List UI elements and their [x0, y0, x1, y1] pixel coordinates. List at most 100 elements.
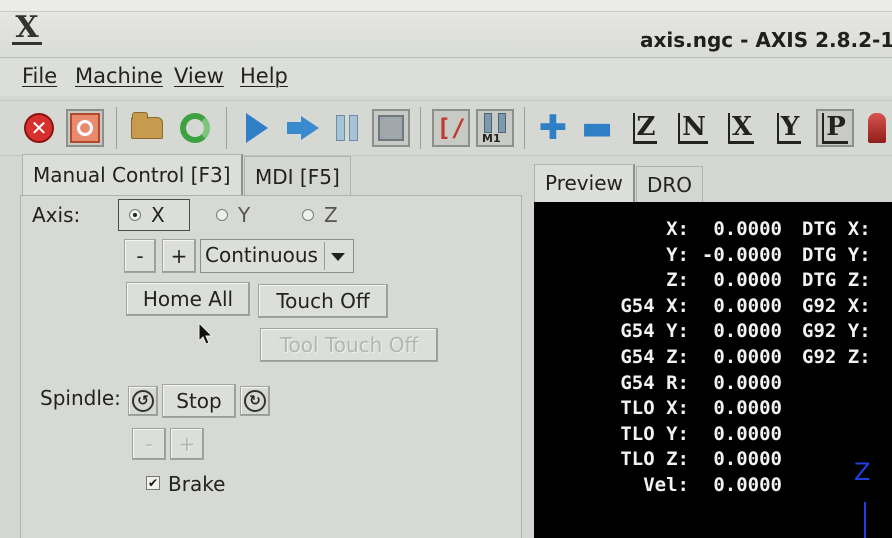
dro-right-label: G92 Y:: [802, 320, 871, 343]
zoom-in-button[interactable]: ✚: [534, 109, 572, 147]
dro-value: 0.0000: [713, 218, 782, 240]
block-delete-icon: [/: [436, 114, 466, 142]
axis-y-radio[interactable]: Y: [206, 199, 260, 231]
jog-increment-select[interactable]: Continuous: [200, 239, 354, 273]
preview-z-axis-line: [864, 502, 866, 538]
estop-icon: ✕: [24, 113, 54, 143]
menu-bar: File Machine View Help: [0, 58, 892, 96]
dro-value: 0.0000: [713, 294, 782, 317]
dro-value: 0.0000: [713, 397, 782, 420]
optional-stop-label: M1: [482, 132, 501, 145]
dro-display: X: 0.0000 DTG X: Y: -0.0000 DTG Y: Z: 0.0000 DTG…: [534, 202, 892, 538]
spindle-label: Spindle:: [40, 386, 121, 410]
dro-row: G54 Z: 0.0000 G92 Z:: [534, 346, 892, 372]
dro-value: 0.0000: [713, 448, 782, 471]
chevron-down-icon: [331, 253, 345, 261]
view-x-button[interactable]: X: [722, 109, 760, 147]
dro-label: G54 Y:: [620, 320, 689, 343]
dro-label: G54 Z:: [620, 346, 689, 368]
step-button[interactable]: [284, 109, 322, 147]
reload-button[interactable]: [176, 109, 214, 147]
jog-plus-button[interactable]: +: [162, 239, 196, 273]
dro-right-label: DTG Y:: [802, 243, 871, 266]
dro-right-label: DTG Z:: [802, 269, 871, 292]
optional-stop-button[interactable]: M1: [476, 109, 514, 147]
dro-right-label: G92 X:: [802, 294, 871, 317]
view-z-button[interactable]: Z: [626, 109, 664, 147]
spindle-stop-button[interactable]: Stop: [162, 384, 236, 418]
dro-value: 0.0000: [713, 371, 782, 394]
spindle-cw-icon: ↻: [244, 390, 266, 412]
title-bar: X axis.ngc - AXIS 2.8.2-11-g: [0, 0, 892, 58]
dro-row: Z: 0.0000 DTG Z:: [534, 269, 892, 295]
dro-row: Vel: 0.0000: [534, 474, 892, 500]
axis-x-radio[interactable]: X: [118, 199, 190, 231]
spindle-ccw-icon: ↺: [132, 390, 154, 412]
window-title: axis.ngc - AXIS 2.8.2-11-g: [640, 28, 892, 52]
open-file-icon: [131, 112, 163, 139]
optional-stop-icon: M1: [478, 111, 512, 145]
dro-right-label: G92 Z:: [802, 346, 871, 368]
zoom-out-icon: ▬: [580, 108, 614, 148]
spindle-forward-button[interactable]: ↻: [240, 386, 270, 416]
machine-power-button[interactable]: [66, 109, 104, 147]
view-z-icon: Z: [632, 112, 658, 144]
spindle-reverse-button[interactable]: ↺: [128, 386, 158, 416]
toolbar: ✕ [/ M1 ✚ ▬ Z N X Y P: [0, 100, 892, 156]
dro-label: Vel:: [643, 474, 689, 496]
view-rotated-z-button[interactable]: N: [674, 109, 712, 147]
view-y-icon: Y: [776, 112, 802, 144]
stop-button[interactable]: [372, 109, 410, 147]
mouse-cursor-icon: [198, 322, 214, 345]
menu-help[interactable]: Help: [240, 64, 288, 88]
axis-z-label: Z: [324, 203, 338, 227]
menu-machine[interactable]: Machine: [75, 64, 163, 88]
dro-row: TLO X: 0.0000: [534, 397, 892, 423]
run-button[interactable]: [238, 109, 276, 147]
touch-off-button[interactable]: Touch Off: [258, 284, 388, 318]
tool-touch-off-button[interactable]: Tool Touch Off: [260, 328, 438, 362]
zoom-out-button[interactable]: ▬: [578, 109, 616, 147]
dro-value: -0.0000: [701, 243, 782, 266]
brake-checkbox[interactable]: ✔: [146, 476, 160, 490]
view-y-button[interactable]: Y: [770, 109, 808, 147]
spindle-slower-button[interactable]: -: [132, 428, 166, 460]
tab-mdi[interactable]: MDI [F5]: [244, 156, 351, 196]
dro-label: G54 X:: [620, 294, 689, 317]
tab-dro[interactable]: DRO: [636, 166, 704, 204]
tab-preview[interactable]: Preview: [534, 164, 635, 202]
dro-row: TLO Z: 0.0000: [534, 448, 892, 474]
radio-dot-icon: [302, 209, 314, 221]
pause-button[interactable]: [328, 109, 366, 147]
power-icon: [70, 113, 100, 143]
dro-row: Y: -0.0000 DTG Y:: [534, 244, 892, 270]
dro-row: G54 R: 0.0000: [534, 372, 892, 398]
dro-label: TLO Y:: [620, 422, 689, 445]
tool-button[interactable]: [862, 109, 892, 147]
view-x-icon: X: [727, 112, 755, 144]
home-all-button[interactable]: Home All: [126, 282, 250, 316]
reload-icon: [180, 113, 210, 143]
axis-label: Axis:: [32, 203, 81, 227]
estop-button[interactable]: ✕: [20, 109, 58, 147]
dro-row: G54 X: 0.0000 G92 X:: [534, 295, 892, 321]
dro-value: 0.0000: [713, 422, 782, 445]
menu-file[interactable]: File: [22, 64, 57, 88]
dro-value: 0.0000: [713, 269, 782, 292]
tab-manual-control[interactable]: Manual Control [F3]: [22, 154, 243, 196]
dro-label: TLO X:: [620, 397, 689, 420]
dro-label: G54 R:: [620, 371, 689, 394]
block-delete-button[interactable]: [/: [432, 109, 470, 147]
window-top-strip: [0, 0, 892, 12]
spindle-faster-button[interactable]: +: [170, 428, 204, 460]
view-p-button[interactable]: P: [816, 109, 854, 147]
open-file-button[interactable]: [128, 109, 166, 147]
zoom-in-icon: ✚: [538, 108, 568, 148]
dro-row: G54 Y: 0.0000 G92 Y:: [534, 320, 892, 346]
jog-minus-button[interactable]: -: [124, 239, 156, 273]
menu-view[interactable]: View: [174, 64, 224, 88]
x-logo-icon: X: [10, 10, 44, 46]
axis-z-radio[interactable]: Z: [292, 199, 348, 231]
dro-label: TLO Z:: [620, 448, 689, 471]
brake-label: Brake: [168, 472, 226, 496]
